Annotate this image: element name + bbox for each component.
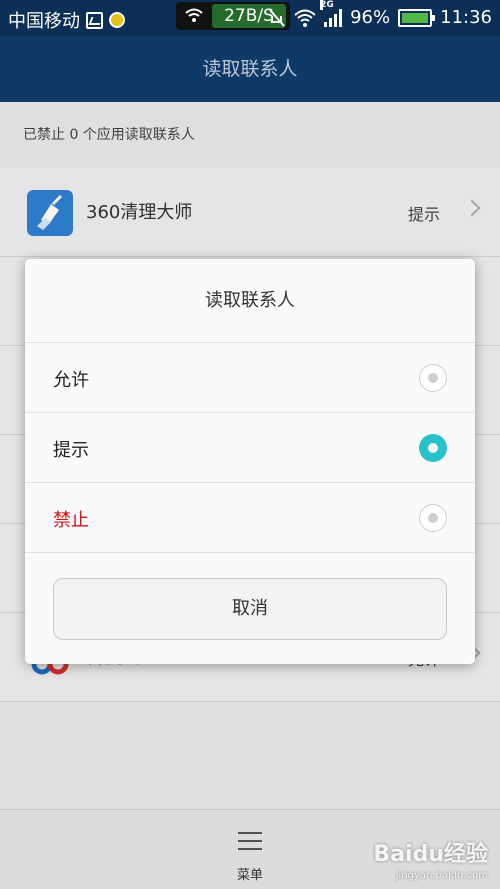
radio-prompt[interactable] xyxy=(419,434,447,462)
option-prompt[interactable]: 提示 xyxy=(25,413,475,483)
cancel-button[interactable]: 取消 xyxy=(53,578,447,640)
radio-allow[interactable] xyxy=(419,364,447,392)
dialog-title: 读取联系人 xyxy=(25,259,475,343)
status-right: 2G 96% 11:36 xyxy=(268,0,492,28)
wifi-icon xyxy=(185,8,203,22)
option-deny[interactable]: 禁止 xyxy=(25,483,475,553)
page-title: 读取联系人 xyxy=(0,36,500,102)
permission-dialog: 读取联系人 允许 提示 禁止 取消 xyxy=(25,259,475,664)
status-bar: 中国移动 27B/S 2G 96% 11:36 xyxy=(0,0,500,36)
option-label: 禁止 xyxy=(53,510,89,531)
option-label: 提示 xyxy=(53,440,89,461)
carrier-name: 中国移动 xyxy=(8,11,80,32)
wifi-signal-icon xyxy=(294,9,316,27)
radio-deny[interactable] xyxy=(419,504,447,532)
battery-icon xyxy=(398,8,436,27)
battery-percent: 96% xyxy=(350,7,391,28)
option-allow[interactable]: 允许 xyxy=(25,343,475,413)
option-label: 允许 xyxy=(53,370,89,391)
status-left: 中国移动 xyxy=(8,7,125,33)
clock: 11:36 xyxy=(440,7,492,28)
gallery-notification-icon xyxy=(86,11,103,29)
app-notification-icon xyxy=(109,12,125,28)
mute-icon xyxy=(269,8,285,27)
cellular-signal-icon: 2G xyxy=(320,0,343,27)
network-type: 2G xyxy=(320,0,334,10)
